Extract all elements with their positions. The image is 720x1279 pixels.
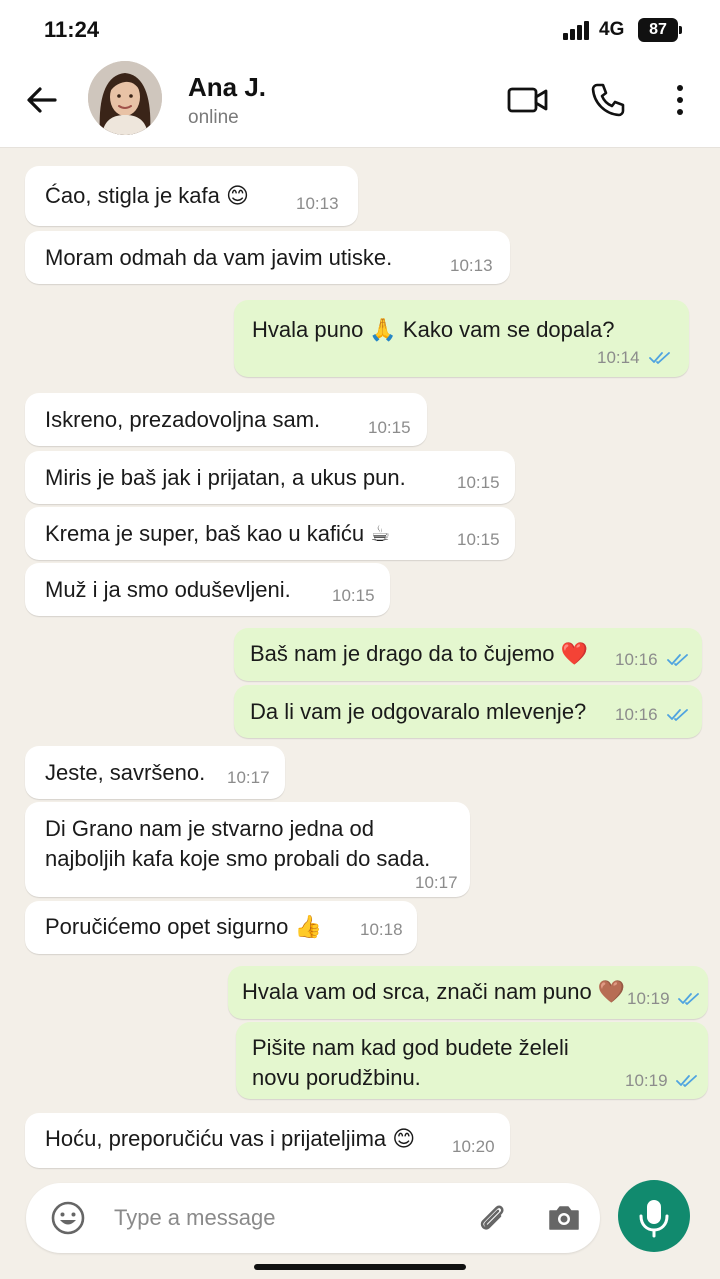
contact-name[interactable]: Ana J. [188, 72, 266, 103]
network-type: 4G [599, 19, 625, 40]
home-indicator [254, 1264, 466, 1270]
message-text: Poručićemo opet sigurno 👍 [45, 914, 322, 939]
attach-button[interactable] [474, 1200, 510, 1236]
message-bubble-incoming[interactable]: Krema je super, baš kao u kafiću ☕ 10:15 [25, 507, 515, 560]
message-bubble-outgoing[interactable]: Baš nam je drago da to čujemo ❤️ 10:16 [234, 628, 702, 681]
message-bubble-incoming[interactable]: Hoću, preporučiću vas i prijateljima 😊 1… [25, 1113, 510, 1168]
status-time: 11:24 [44, 17, 100, 42]
emoji-button[interactable] [50, 1200, 86, 1236]
message-bubble-outgoing[interactable]: Da li vam je odgovaralo mlevenje? 10:16 [234, 685, 702, 738]
read-ticks-icon [649, 352, 670, 364]
emoji-icon [51, 1201, 85, 1235]
voice-call-button[interactable] [588, 80, 632, 120]
message-text: Hvala vam od srca, znači nam puno 🤎 [242, 979, 626, 1004]
message-text: Di Grano nam je stvarno jedna od najbolj… [45, 816, 431, 871]
chat-header: Ana J. online [0, 60, 720, 148]
mic-button[interactable] [618, 1180, 690, 1252]
back-button[interactable] [22, 80, 62, 120]
message-bubble-outgoing[interactable]: Pišite nam kad god budete želeli novu po… [236, 1022, 708, 1099]
back-arrow-icon [27, 87, 57, 113]
message-time: 10:15 [368, 418, 411, 437]
read-ticks-icon [667, 654, 688, 666]
message-composer [26, 1183, 600, 1253]
message-bubble-incoming[interactable]: Miris je baš jak i prijatan, a ukus pun.… [25, 451, 515, 504]
read-ticks-icon [676, 1075, 697, 1087]
paperclip-icon [480, 1205, 504, 1230]
message-time: 10:13 [296, 194, 339, 213]
message-text: Miris je baš jak i prijatan, a ukus pun. [45, 465, 406, 490]
message-bubble-outgoing[interactable]: Hvala vam od srca, znači nam puno 🤎 10:1… [228, 966, 708, 1019]
signal-icon [563, 20, 591, 40]
video-icon [507, 87, 548, 113]
avatar-portrait [88, 61, 162, 135]
message-bubble-incoming[interactable]: Moram odmah da vam javim utiske. 10:13 [25, 231, 510, 284]
message-bubble-incoming[interactable]: Ćao, stigla je kafa 😊 10:13 [25, 166, 358, 226]
message-text: Muž i ja smo oduševljeni. [45, 577, 291, 602]
message-time: 10:14 [597, 348, 640, 367]
more-options-button[interactable] [660, 80, 700, 120]
message-text: Da li vam je odgovaralo mlevenje? [250, 699, 587, 724]
more-vert-icon [677, 85, 683, 115]
message-text: Hoću, preporučiću vas i prijateljima 😊 [45, 1126, 416, 1151]
message-bubble-outgoing[interactable]: Hvala puno 🙏 Kako vam se dopala? 10:14 [234, 300, 689, 377]
contact-status: online [188, 107, 239, 128]
avatar[interactable] [88, 61, 162, 135]
message-bubble-incoming[interactable]: Iskreno, prezadovoljna sam. 10:15 [25, 393, 427, 446]
message-text: Hvala puno 🙏 Kako vam se dopala? [252, 317, 615, 342]
mic-icon [639, 1200, 669, 1238]
camera-button[interactable] [546, 1200, 582, 1236]
message-time: 10:20 [452, 1137, 495, 1156]
message-time: 10:13 [450, 256, 493, 275]
message-time: 10:16 [615, 705, 658, 724]
message-text: Moram odmah da vam javim utiske. [45, 245, 393, 270]
message-bubble-incoming[interactable]: Jeste, savršeno. 10:17 [25, 746, 285, 799]
message-text: Jeste, savršeno. [45, 760, 206, 785]
message-bubble-incoming[interactable]: Muž i ja smo oduševljeni. 10:15 [25, 563, 390, 616]
message-time: 10:17 [227, 768, 270, 787]
battery-level: 87 [638, 18, 678, 42]
camera-icon [549, 1206, 579, 1230]
message-input[interactable] [114, 1198, 454, 1238]
message-bubble-incoming[interactable]: Poručićemo opet sigurno 👍 10:18 [25, 901, 417, 954]
message-text: Iskreno, prezadovoljna sam. [45, 407, 321, 432]
message-time: 10:19 [625, 1071, 668, 1090]
message-time: 10:15 [457, 473, 500, 492]
message-time: 10:16 [615, 650, 658, 669]
phone-icon [591, 83, 625, 117]
message-text: Krema je super, baš kao u kafiću ☕ [45, 521, 391, 546]
message-time: 10:17 [415, 873, 458, 892]
message-bubble-incoming[interactable]: Di Grano nam je stvarno jedna od najbolj… [25, 802, 470, 897]
status-bar: 11:24 4G 87 [0, 0, 720, 60]
message-time: 10:15 [332, 586, 375, 605]
read-ticks-icon [667, 709, 688, 721]
battery-icon: 87 [638, 18, 682, 42]
message-text: Pišite nam kad god budete želeli novu po… [252, 1035, 569, 1090]
message-time: 10:18 [360, 920, 403, 939]
message-time: 10:15 [457, 530, 500, 549]
message-time: 10:19 [627, 989, 670, 1008]
message-text: Baš nam je drago da to čujemo ❤️ [250, 641, 589, 666]
message-text: Ćao, stigla je kafa 😊 [45, 183, 249, 208]
read-ticks-icon [678, 993, 699, 1005]
video-call-button[interactable] [506, 80, 550, 120]
